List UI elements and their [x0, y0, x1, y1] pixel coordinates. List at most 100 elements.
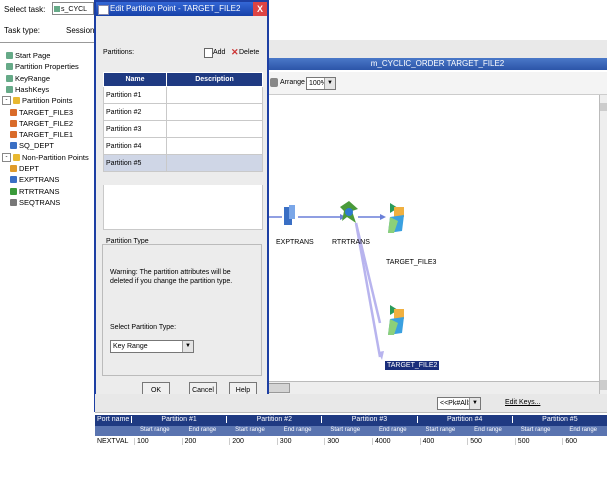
range-value-cell[interactable]: 100: [134, 438, 149, 445]
partition-name-cell[interactable]: Partition #2: [103, 103, 167, 121]
scroll-thumb[interactable]: [600, 103, 607, 111]
expression-transformation-node[interactable]: [280, 203, 300, 229]
key-select[interactable]: <<Pk#All>> ▼: [437, 397, 481, 410]
arrange-label[interactable]: Arrange: [280, 79, 305, 86]
tree-item[interactable]: HashKeys: [6, 84, 49, 95]
partition-header[interactable]: Partition #3: [321, 416, 416, 423]
tree-item[interactable]: SQ_DEPT: [10, 140, 54, 151]
tree-item-label: Start Page: [15, 51, 51, 60]
mapping-toolbar: Arrange 100% ▼: [268, 72, 607, 95]
range-value-cell[interactable]: 300: [276, 438, 291, 445]
tree-item[interactable]: Start Page: [6, 50, 50, 61]
session-icon: [54, 6, 60, 12]
table-row[interactable]: Partition #3: [103, 120, 263, 138]
tree-item[interactable]: DEPT: [10, 163, 39, 174]
partition-name-cell[interactable]: Partition #1: [103, 86, 167, 104]
end-range-header: End range: [378, 427, 407, 433]
scroll-thumb[interactable]: [268, 383, 290, 393]
tree-item[interactable]: - Non-Partition Points: [2, 152, 89, 163]
delete-button[interactable]: Delete: [239, 49, 259, 56]
range-value-cell[interactable]: 600: [562, 438, 577, 445]
vertical-scrollbar[interactable]: [599, 95, 607, 395]
chevron-down-icon: ▼: [182, 341, 193, 352]
mapping-links: [268, 214, 386, 360]
column-header-description[interactable]: Description: [166, 72, 263, 87]
tree-item-label: SQ_DEPT: [19, 141, 55, 151]
target-file2-node[interactable]: [386, 305, 406, 335]
range-value-cell[interactable]: 300: [324, 438, 339, 445]
tree-item[interactable]: EXPTRANS: [10, 174, 59, 185]
mapping-canvas[interactable]: EXPTRANS RTRTRANS TARGET_FILE3 TARGET_FI…: [268, 95, 599, 381]
router-transformation-node[interactable]: [338, 199, 360, 227]
tree-item[interactable]: RTRTRANS: [10, 186, 60, 197]
partition-tree: Start Page Partition Properties KeyRange Ha…: [0, 44, 96, 500]
grid-data-row: NEXTVAL 100 200 200 300 300 4000 400 500 500 600: [95, 436, 607, 448]
collapse-icon[interactable]: -: [2, 96, 11, 106]
partitions-label: Partitions:: [103, 49, 135, 56]
scroll-down-button[interactable]: [600, 380, 607, 390]
zoom-select[interactable]: 100% ▼: [306, 77, 336, 90]
range-value-cell[interactable]: 200: [229, 438, 244, 445]
select-task-label: Select task:: [4, 5, 46, 14]
table-row[interactable]: Partition #4: [103, 137, 263, 155]
partition-description-cell[interactable]: [166, 154, 263, 172]
add-icon[interactable]: [204, 48, 213, 58]
partition-name-cell[interactable]: Partition #4: [103, 137, 167, 155]
partition-name-cell[interactable]: Partition #5: [103, 154, 167, 172]
partition-header[interactable]: Partition #5: [511, 416, 607, 423]
partition-description-cell[interactable]: [166, 120, 263, 138]
start-range-header: Start range: [330, 427, 361, 433]
sequence-icon: [10, 198, 17, 206]
rtrtrans-label: RTRTRANS: [332, 239, 370, 246]
range-value-cell[interactable]: 500: [467, 438, 482, 445]
table-row[interactable]: Partition #1: [103, 86, 263, 104]
edit-keys-link[interactable]: Edit Keys...: [505, 399, 540, 406]
partition-type-value: Key Range: [113, 343, 148, 350]
page-icon: [6, 52, 13, 59]
horizontal-scrollbar[interactable]: [268, 381, 599, 394]
close-button[interactable]: X: [253, 2, 267, 16]
folder-icon: [13, 97, 20, 105]
end-range-header: End range: [188, 427, 217, 433]
tree-item[interactable]: KeyRange: [6, 73, 50, 84]
partition-header[interactable]: Partition #1: [131, 416, 226, 423]
table-row[interactable]: Partition #5: [103, 154, 263, 172]
port-name-cell[interactable]: NEXTVAL: [97, 438, 128, 445]
range-value-cell[interactable]: 200: [181, 438, 196, 445]
range-value-cell[interactable]: 4000: [372, 438, 391, 445]
partition-header[interactable]: Partition #2: [226, 416, 321, 423]
tree-item[interactable]: - Partition Points: [2, 95, 72, 106]
exptrans-label: EXPTRANS: [276, 239, 314, 246]
select-task-value: s_CYCL: [61, 6, 88, 13]
delete-icon[interactable]: ✕: [231, 47, 239, 58]
tree-item[interactable]: SEQTRANS: [10, 197, 60, 208]
dialog-titlebar[interactable]: Edit Partition Point - TARGET_FILE2: [96, 2, 267, 16]
expression-icon: [10, 176, 17, 184]
tree-item[interactable]: TARGET_FILE3: [10, 107, 73, 118]
arrange-icon[interactable]: [270, 78, 278, 87]
partition-description-cell[interactable]: [166, 137, 263, 155]
partition-name-cell[interactable]: Partition #3: [103, 120, 167, 138]
port-name-header[interactable]: Port name: [97, 416, 129, 423]
partitions-table: Name Description Partition #1 Partition #…: [103, 72, 263, 172]
tree-item[interactable]: TARGET_FILE2: [10, 118, 73, 129]
partition-type-select[interactable]: Key Range ▼: [110, 340, 194, 353]
tree-item[interactable]: Partition Properties: [6, 61, 79, 72]
collapse-icon[interactable]: -: [2, 152, 11, 162]
target-icon: [10, 119, 17, 127]
add-button[interactable]: Add: [213, 49, 225, 56]
partition-description-cell[interactable]: [166, 103, 263, 121]
range-value-cell[interactable]: 500: [514, 438, 529, 445]
start-range-header: Start range: [139, 427, 170, 433]
range-value-cell[interactable]: 400: [419, 438, 434, 445]
end-range-header: End range: [569, 427, 598, 433]
table-row[interactable]: Partition #2: [103, 103, 263, 121]
partition-header[interactable]: Partition #4: [416, 416, 512, 423]
select-task-dropdown[interactable]: s_CYCL: [52, 2, 94, 15]
target-file3-node[interactable]: [386, 203, 406, 233]
partition-description-cell[interactable]: [166, 86, 263, 104]
edit-partition-point-dialog: Edit Partition Point - TARGET_FILE2 X Pa…: [94, 0, 269, 412]
app-icon: [98, 5, 109, 15]
tree-item[interactable]: TARGET_FILE1: [10, 129, 73, 140]
column-header-name[interactable]: Name: [103, 72, 167, 87]
